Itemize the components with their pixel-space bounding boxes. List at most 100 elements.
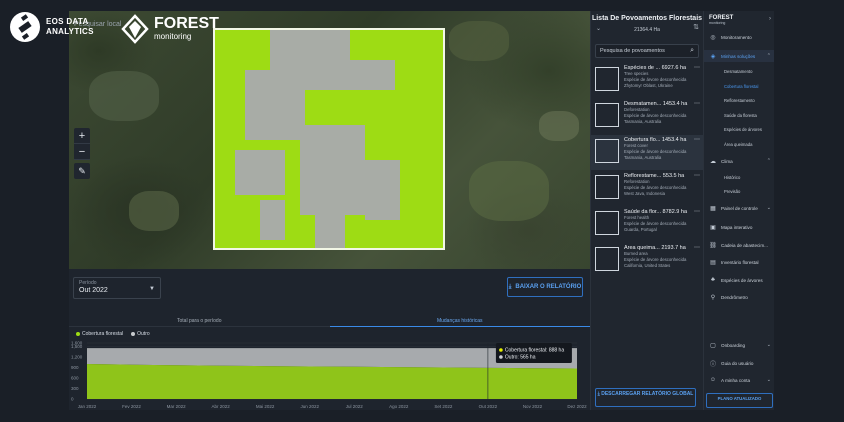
sidebar-item-label: Clima [721,158,733,164]
dendrometer-icon: ⚲ [710,294,716,301]
globe-icon: ◎ [710,34,716,41]
inventory-icon: ▤ [710,259,716,266]
y-tick-label: 1,200 [71,355,83,360]
stands-search-input[interactable]: Pesquisa de povoamentos ⌕ [595,44,699,58]
chevron-up-icon: ⌃ [766,53,771,59]
info-icon: ⓘ [709,361,716,368]
sidebar-item-mapa-interativo[interactable]: ▣ Mapa interativo [704,221,774,233]
stand-list-item[interactable]: Desmatamen... 1453.4 ha Deforestation Espé… [591,99,703,134]
sidebar-item-a-minha-conta[interactable]: ☺ A minha conta ⌄ [704,374,774,386]
climate-subitem[interactable]: Previsão [724,189,740,194]
sidebar-item-cadeia-de-abastecim[interactable]: ⛓ Cadeia de abastecim... [704,239,774,251]
stand-info: Área queima... 2193.7 ha Burned area Espéc… [624,245,700,269]
more-options-icon[interactable]: ⋯ [694,208,700,215]
zoom-in-button[interactable]: + [74,128,90,144]
ruler-icon[interactable]: ✎ [74,163,90,179]
more-options-icon[interactable]: ⋯ [694,64,700,71]
dashboard-icon: ▦ [710,205,716,212]
sidebar-item-onboarding[interactable]: ▢ Onboarding ⌄ [704,339,774,351]
sidebar-item-especies-de-arvores[interactable]: ♣ Espécies de árvores [704,274,774,286]
series-area-forest-cover[interactable] [87,364,577,399]
app-window: Pesquisar local + − ✎ Período Out 2022 ▼… [69,11,774,410]
period-select[interactable]: Período Out 2022 ▼ [73,277,161,299]
more-options-icon[interactable]: ⋯ [694,244,700,251]
stand-location: Zhytomyr Oblast, Ukraine [624,83,673,88]
period-value: Out 2022 [79,287,108,294]
sidebar-item-guia-do-usuario[interactable]: ⓘ Guia do usuário [704,357,774,369]
chevron-right-icon[interactable]: › [769,16,771,22]
sidebar-item-clima[interactable]: ☁ Clima ⌃ [704,155,774,167]
stand-thumbnail [595,103,619,127]
user-icon: ☺ [709,377,717,383]
download-global-report-button[interactable]: ⤓ DESCARREGAR RELATÓRIO GLOBAL [595,388,696,407]
sidebar-item-label: Minhas soluções [721,53,756,59]
stand-location: Tasmania, Australia [624,119,662,124]
forest-cover-overlay[interactable] [213,28,445,250]
sidebar-item-monitoramento[interactable]: ◎ Monitoramento [704,31,774,43]
sidebar-item-label: Guia do usuário [721,360,754,366]
solution-subitem[interactable]: Reflorestamento [724,98,755,103]
historical-area-chart[interactable]: 1,6001,5001,2009006003000Jan 2022 Fev 202… [69,339,590,410]
legend-item[interactable]: Cobertura florestal [76,331,123,337]
eos-brand: EOS DATA ANALYTICS [10,12,94,42]
search-placeholder: Pesquisa de povoamentos [600,48,665,54]
list-title: Lista De Povoamentos Florestais [591,15,703,22]
x-tick-label: Fev 2022 [122,404,141,409]
solution-subitem[interactable]: Saúde da floresta [724,113,757,118]
y-tick-label: 600 [71,376,79,381]
stand-info: Espécies de ... 6927.6 ha Tree species Esp… [624,65,700,89]
x-tick-label: Out 2022 [479,404,498,409]
sidebar-item-label: Onboarding [721,342,746,348]
solution-subitem[interactable]: Cobertura florestal [724,84,758,89]
legend-item[interactable]: Outro [131,331,150,337]
download-report-button[interactable]: ⤓ BAIXAR O RELATÓRIO [507,277,583,297]
chevron-down-icon: ⌄ [766,342,771,348]
solution-subitem[interactable]: Desmatamento [724,69,752,74]
x-tick-label: Ago 2022 [389,404,409,409]
sidebar-item-inventario-florestal[interactable]: ▤ Inventário florestal [704,256,774,268]
stand-location: California, United States [624,263,671,268]
zoom-controls: + − [74,128,90,160]
x-tick-label: Mai 2022 [256,404,275,409]
stand-list-item[interactable]: Saúde da flor... 8782.9 ha Forest health E… [591,207,703,242]
sidebar-item-label: Dendrômetro [721,294,748,300]
upgrade-plan-button[interactable]: PLANO ATUALIZADO [706,393,773,408]
more-options-icon[interactable]: ⋯ [694,136,700,143]
stand-list-item[interactable]: Área queima... 2193.7 ha Burned area Espéc… [591,243,703,278]
stand-info: Cobertura flo... 1453.4 ha Forest cover Es… [624,137,700,161]
tab-historical-changes[interactable]: Mudanças históricas [329,315,590,327]
climate-subitem[interactable]: Histórico [724,175,740,180]
y-tick-label: 0 [71,397,74,402]
x-tick-label: Jan 2022 [78,404,97,409]
more-options-icon[interactable]: ⋯ [694,100,700,107]
stand-thumbnail [595,211,619,235]
more-options-icon[interactable]: ⋯ [694,172,700,179]
zoom-out-button[interactable]: − [74,144,90,160]
sort-icon[interactable]: ⇅ [693,23,699,31]
stand-thumbnail [595,247,619,271]
collapse-icon[interactable]: ⌄ [596,25,601,32]
x-tick-label: Set 2022 [434,404,453,409]
satellite-map[interactable]: Pesquisar local + − ✎ [69,11,590,269]
sidebar-item-minhas-solucoes[interactable]: ◈ Minhas soluções ⌃ [704,50,774,62]
chevron-up-icon: ⌃ [766,158,771,164]
download-icon: ⤓ [508,283,512,290]
stand-list-item[interactable]: Reflorestame... 553.5 ha Reforestation Esp… [591,171,703,206]
chevron-down-icon: ⌄ [766,205,771,211]
sidebar-item-dendrometro[interactable]: ⚲ Dendrômetro [704,291,774,303]
period-label: Período [79,280,97,286]
stand-thumbnail [595,175,619,199]
stand-list-item[interactable]: Espécies de ... 6927.6 ha Tree species Esp… [591,63,703,98]
stand-list-item[interactable]: Cobertura flo... 1453.4 ha Forest cover Es… [591,135,703,170]
sidebar-item-label: Inventário florestal [721,259,759,265]
solution-subitem[interactable]: Espécies de árvores [724,127,762,132]
solution-subitem[interactable]: Área queimada [724,142,752,147]
map-icon: ▣ [710,224,716,231]
tooltip-dot-forest [499,348,503,352]
stand-location: Guarda, Portugal [624,227,657,232]
sidebar-item-label: Monitoramento [721,34,752,40]
tab-period-total[interactable]: Total para o período [69,315,330,327]
sidebar-item-label: A minha conta [721,377,751,383]
sidebar-item-painel-de-controle[interactable]: ▦ Painel de controle ⌄ [704,202,774,214]
y-tick-label: 900 [71,365,79,370]
